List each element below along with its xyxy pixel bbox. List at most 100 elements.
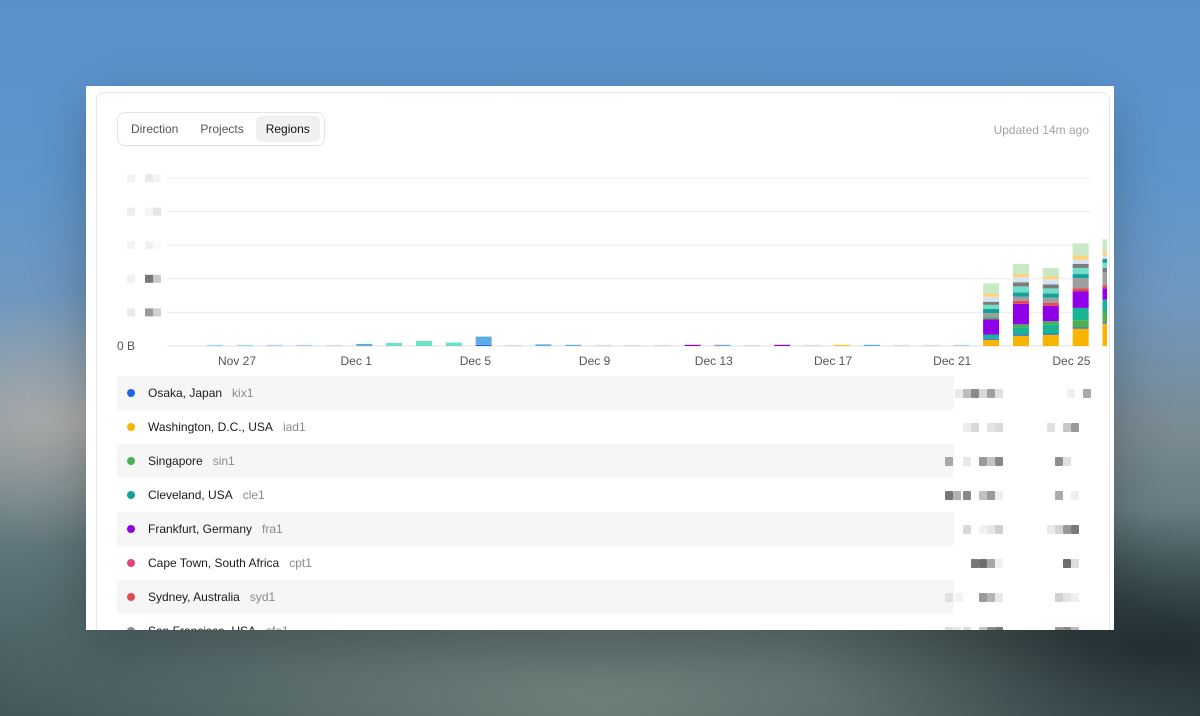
y-axis-label-redacted (153, 174, 161, 182)
chart-bar-segment (1072, 278, 1089, 289)
chart-bar-segment (1072, 255, 1089, 260)
chart-bar-segment (1042, 305, 1059, 322)
chart-bar-segment (1072, 307, 1089, 321)
region-code: sfo1 (266, 624, 289, 630)
chart-bar-segment (1102, 285, 1107, 289)
chart-bar-segment (983, 293, 1000, 297)
y-axis-label-redacted (145, 308, 153, 317)
redacted-value (979, 593, 987, 602)
chart-bar-segment (266, 344, 283, 346)
y-axis-label-redacted (127, 308, 135, 317)
redacted-value (1063, 593, 1071, 602)
chart-bar-segment (1072, 259, 1089, 264)
chart-bar-segment (1042, 297, 1059, 303)
y-axis-zero-label: 0 B (117, 339, 135, 353)
region-name: Cleveland, USA (148, 488, 233, 502)
redacted-value (963, 423, 971, 432)
redacted-value (1047, 423, 1055, 432)
redacted-value (1055, 491, 1063, 500)
chart-bar-segment (1012, 296, 1029, 301)
region-name: Singapore (148, 454, 203, 468)
redacted-value (955, 389, 963, 398)
redacted-value (995, 389, 1003, 398)
redacted-value (1055, 457, 1063, 466)
y-axis-label-redacted (153, 274, 161, 283)
redacted-value (987, 457, 995, 466)
tab-regions[interactable]: Regions (255, 116, 320, 142)
region-row-iad1[interactable]: Washington, D.C., USA iad1 (117, 410, 1089, 444)
region-row-syd1[interactable]: Sydney, Australia syd1 (117, 580, 1089, 614)
region-color-dot (127, 491, 135, 499)
region-list: Osaka, Japan kix1 Washington, D.C., USA iad… (117, 376, 1091, 630)
region-row-sfo1[interactable]: San Francisco, USA sfo1 (117, 614, 1089, 630)
chart-bar-segment (624, 344, 641, 346)
chart-bar-segment (1102, 272, 1107, 286)
redacted-value (963, 389, 971, 398)
chart-bar-segment (1042, 324, 1059, 334)
redacted-value (987, 423, 995, 432)
redacted-value (963, 627, 971, 630)
redacted-value (953, 491, 961, 500)
y-axis-label-redacted (145, 174, 153, 182)
redacted-value (1063, 627, 1071, 630)
region-code: sin1 (212, 454, 235, 468)
y-axis-label-redacted (153, 241, 161, 250)
chart-bar-segment (983, 313, 1000, 318)
analytics-window: Direction Projects Regions Updated 14m a… (86, 86, 1114, 630)
redacted-value (971, 423, 979, 432)
redacted-value (987, 627, 995, 630)
redacted-value (995, 423, 1003, 432)
chart-bar-segment (1012, 335, 1029, 346)
chart-bar-segment (356, 343, 373, 346)
redacted-value (963, 491, 971, 500)
redacted-value (1063, 559, 1071, 568)
y-axis-label-redacted (145, 207, 153, 216)
chart-bar-segment (1042, 267, 1059, 277)
region-code: cpt1 (289, 556, 312, 570)
redacted-value (995, 457, 1003, 466)
chart-bar-segment (804, 344, 820, 346)
region-row-cpt1[interactable]: Cape Town, South Africa cpt1 (117, 546, 1089, 580)
redacted-value (1071, 423, 1079, 432)
redacted-value (971, 559, 979, 568)
redacted-value (945, 593, 953, 602)
redacted-value (1071, 491, 1079, 500)
chart-bar-segment (1072, 320, 1089, 328)
region-name: Osaka, Japan (148, 386, 223, 400)
view-tabs: Direction Projects Regions (117, 112, 325, 146)
chart-bar-segment (1072, 288, 1089, 292)
region-code: fra1 (262, 522, 283, 536)
y-axis-label-redacted (145, 241, 153, 250)
tab-direction[interactable]: Direction (121, 116, 188, 142)
chart-bar-segment (1012, 300, 1029, 304)
region-color-dot (127, 593, 135, 601)
chart-bar-segment (983, 296, 1000, 302)
usage-panel: Direction Projects Regions Updated 14m a… (96, 92, 1110, 630)
chart-bar-segment (1042, 333, 1059, 335)
chart-bar-segment (1042, 288, 1059, 294)
chart-bar-segment (983, 304, 1000, 309)
chart-bar-segment (1012, 303, 1029, 325)
chart-bar-segment (1042, 293, 1059, 298)
chart-bar-segment (207, 344, 223, 346)
chart-bar-segment (983, 334, 1000, 339)
chart-bar-segment (1042, 279, 1059, 285)
redacted-value (995, 627, 1003, 630)
chart-bar-segment (1072, 291, 1089, 308)
region-row-cle1[interactable]: Cleveland, USA cle1 (117, 478, 1089, 512)
region-row-sin1[interactable]: Singapore sin1 (117, 444, 1089, 478)
redacted-value (1067, 389, 1075, 398)
redacted-value (1063, 457, 1071, 466)
tab-projects[interactable]: Projects (190, 116, 253, 142)
region-row-fra1[interactable]: Frankfurt, Germany fra1 (117, 512, 1089, 546)
chart-bar-segment (1012, 282, 1029, 287)
redacted-value (953, 627, 961, 630)
redacted-value (979, 389, 987, 398)
region-row-kix1[interactable]: Osaka, Japan kix1 (117, 376, 1091, 410)
chart-bar-segment (1102, 322, 1107, 324)
chart-bar-segment (1042, 334, 1059, 346)
redacted-value (987, 593, 995, 602)
chart-bar-segment (684, 344, 701, 346)
region-color-dot (127, 627, 135, 630)
chart-bar-segment (326, 344, 343, 346)
